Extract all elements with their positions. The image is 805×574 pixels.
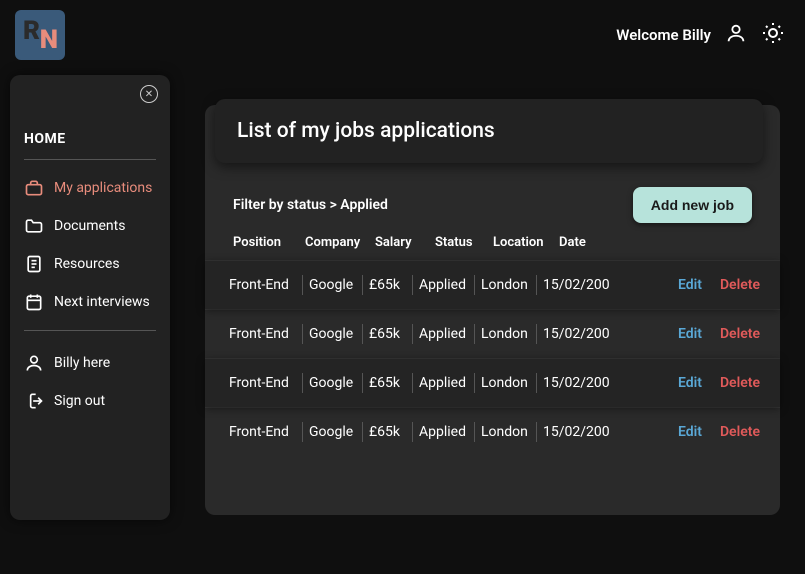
cell-salary: £65k	[363, 275, 413, 295]
cell-location: London	[475, 275, 537, 295]
theme-toggle-icon[interactable]	[761, 21, 785, 49]
briefcase-icon	[24, 178, 44, 198]
sidebar-item-my-applications[interactable]: My applications	[24, 178, 156, 198]
delete-button[interactable]: Delete	[720, 326, 760, 342]
divider	[24, 159, 156, 160]
sidebar-item-label: Documents	[54, 218, 125, 234]
sidebar: ✕ HOME My applications Documents Resourc…	[10, 75, 170, 520]
sidebar-signout-label: Sign out	[54, 393, 105, 409]
cell-company: Google	[303, 324, 363, 344]
panel-header: List of my jobs applications	[215, 99, 763, 163]
sidebar-item-documents[interactable]: Documents	[24, 216, 156, 236]
col-status: Status	[435, 235, 493, 250]
cell-position: Front-End	[229, 373, 303, 393]
cell-location: London	[475, 324, 537, 344]
sidebar-item-user[interactable]: Billy here	[24, 353, 156, 373]
col-date: Date	[559, 235, 619, 250]
divider	[24, 330, 156, 331]
column-headers: Position Company Salary Status Location …	[205, 231, 780, 260]
cell-date: 15/02/200	[537, 324, 621, 344]
sidebar-item-signout[interactable]: Sign out	[24, 391, 156, 411]
main-panel: List of my jobs applications Filter by s…	[205, 105, 780, 515]
col-location: Location	[493, 235, 559, 250]
sidebar-item-resources[interactable]: Resources	[24, 254, 156, 274]
panel-title: List of my jobs applications	[237, 119, 741, 143]
document-icon	[24, 254, 44, 274]
toolbar: Filter by status > Applied Add new job	[205, 169, 780, 231]
sidebar-item-next-interviews[interactable]: Next interviews	[24, 292, 156, 312]
cell-salary: £65k	[363, 373, 413, 393]
rows-container: Front-End Google £65k Applied London 15/…	[205, 260, 780, 456]
cell-status: Applied	[413, 275, 475, 295]
cell-position: Front-End	[229, 275, 303, 295]
cell-location: London	[475, 422, 537, 442]
col-salary: Salary	[375, 235, 435, 250]
table-row: Front-End Google £65k Applied London 15/…	[205, 260, 780, 309]
cell-date: 15/02/200	[537, 422, 621, 442]
edit-button[interactable]: Edit	[678, 424, 702, 440]
col-position: Position	[233, 235, 305, 250]
cell-salary: £65k	[363, 324, 413, 344]
delete-button[interactable]: Delete	[720, 277, 760, 293]
edit-button[interactable]: Edit	[678, 375, 702, 391]
cell-company: Google	[303, 373, 363, 393]
close-icon[interactable]: ✕	[140, 85, 158, 103]
delete-button[interactable]: Delete	[720, 375, 760, 391]
cell-location: London	[475, 373, 537, 393]
delete-button[interactable]: Delete	[720, 424, 760, 440]
cell-date: 15/02/200	[537, 275, 621, 295]
cell-company: Google	[303, 275, 363, 295]
filter-text: Filter by status > Applied	[233, 197, 388, 213]
table-row: Front-End Google £65k Applied London 15/…	[205, 407, 780, 456]
sidebar-item-label: Resources	[54, 256, 120, 272]
add-new-job-button[interactable]: Add new job	[633, 187, 752, 223]
cell-position: Front-End	[229, 324, 303, 344]
welcome-text: Welcome Billy	[616, 26, 711, 44]
edit-button[interactable]: Edit	[678, 277, 702, 293]
cell-company: Google	[303, 422, 363, 442]
calendar-icon	[24, 292, 44, 312]
sidebar-item-label: My applications	[54, 180, 152, 196]
app-header: RN Welcome Billy	[0, 0, 805, 70]
table-row: Front-End Google £65k Applied London 15/…	[205, 309, 780, 358]
signout-icon	[24, 391, 44, 411]
header-right: Welcome Billy	[616, 21, 785, 49]
cell-date: 15/02/200	[537, 373, 621, 393]
table-row: Front-End Google £65k Applied London 15/…	[205, 358, 780, 407]
cell-status: Applied	[413, 422, 475, 442]
user-icon[interactable]	[725, 22, 747, 48]
cell-salary: £65k	[363, 422, 413, 442]
user-icon	[24, 353, 44, 373]
edit-button[interactable]: Edit	[678, 326, 702, 342]
sidebar-item-label: Next interviews	[54, 294, 150, 310]
folder-icon	[24, 216, 44, 236]
cell-status: Applied	[413, 373, 475, 393]
sidebar-title: HOME	[24, 131, 156, 147]
sidebar-user-label: Billy here	[54, 355, 110, 371]
cell-position: Front-End	[229, 422, 303, 442]
app-logo[interactable]: RN	[15, 10, 65, 60]
cell-status: Applied	[413, 324, 475, 344]
col-company: Company	[305, 235, 375, 250]
